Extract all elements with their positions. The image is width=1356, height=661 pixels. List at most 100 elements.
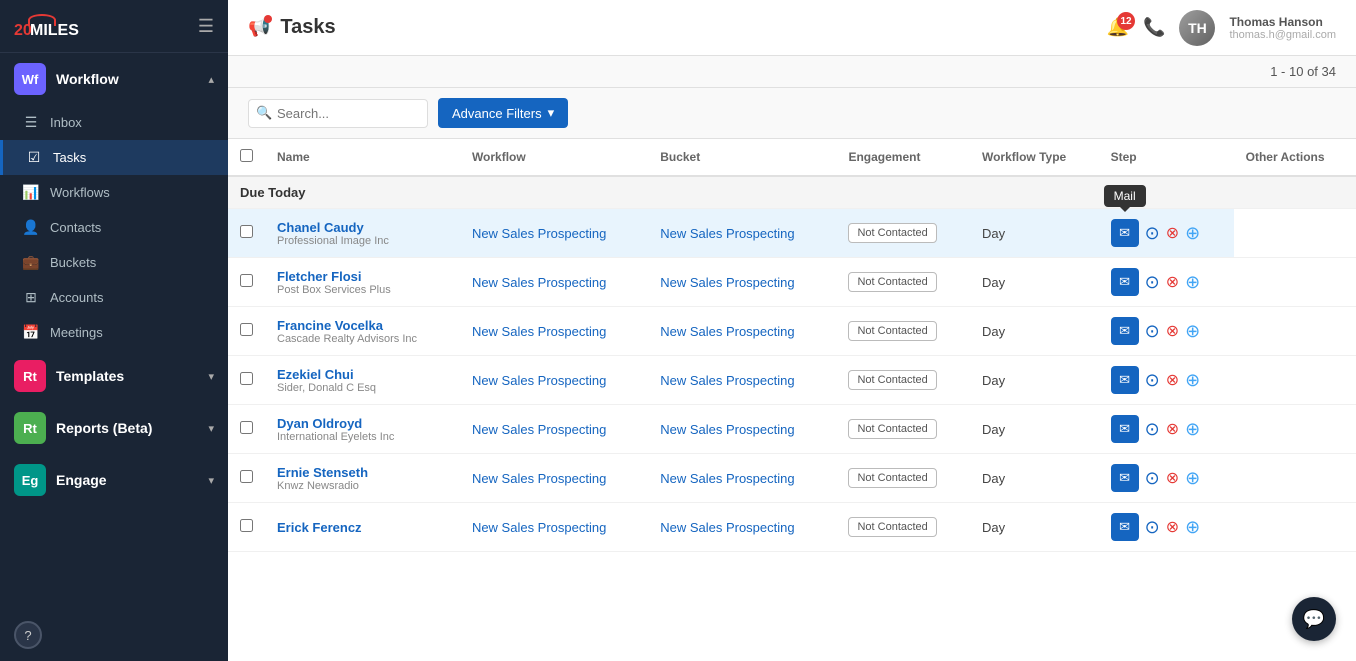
workflow-link[interactable]: New Sales Prospecting (472, 520, 606, 535)
skip-action-icon[interactable]: ⊗ (1166, 272, 1179, 292)
inbox-icon: ☰ (22, 114, 40, 131)
sidebar-item-accounts[interactable]: ⊞ Accounts (0, 280, 228, 315)
clock-action-icon[interactable]: ⊕ (1185, 419, 1200, 440)
clock-action-icon[interactable]: ⊕ (1185, 517, 1200, 538)
contact-name[interactable]: Erick Ferencz (277, 520, 448, 535)
workflow-link[interactable]: New Sales Prospecting (472, 422, 606, 437)
mail-action-button[interactable]: ✉ (1111, 513, 1139, 541)
skip-action-icon[interactable]: ⊗ (1166, 517, 1179, 537)
play-action-icon[interactable]: ⊙ (1145, 272, 1160, 293)
tasks-icon: ☑ (25, 149, 43, 166)
step-text: Day (982, 275, 1005, 290)
clock-action-icon[interactable]: ⊕ (1185, 321, 1200, 342)
sidebar-section-workflow[interactable]: Wf Workflow ▴ (0, 53, 228, 105)
row-checkbox[interactable] (240, 225, 253, 238)
sidebar-section-templates[interactable]: Rt Templates ▾ (0, 350, 228, 402)
contact-name[interactable]: Francine Vocelka (277, 318, 448, 333)
bucket-link[interactable]: New Sales Prospecting (660, 471, 794, 486)
sidebar-item-buckets[interactable]: 💼 Buckets (0, 245, 228, 280)
skip-action-icon[interactable]: ⊗ (1166, 223, 1179, 243)
contact-name[interactable]: Fletcher Flosi (277, 269, 448, 284)
col-bucket: Bucket (648, 139, 836, 176)
advance-filters-button[interactable]: Advance Filters ▾ (438, 98, 568, 128)
row-checkbox[interactable] (240, 470, 253, 483)
table-row: Erick Ferencz New Sales Prospecting New … (228, 503, 1356, 552)
bucket-link[interactable]: New Sales Prospecting (660, 324, 794, 339)
engagement-badge: Not Contacted (848, 223, 936, 243)
skip-action-icon[interactable]: ⊗ (1166, 468, 1179, 488)
clock-action-icon[interactable]: ⊕ (1185, 370, 1200, 391)
workflow-link[interactable]: New Sales Prospecting (472, 275, 606, 290)
avatar[interactable]: TH (1179, 10, 1215, 46)
mail-action-button[interactable]: ✉ (1111, 415, 1139, 443)
play-action-icon[interactable]: ⊙ (1145, 223, 1160, 244)
sidebar-item-workflows[interactable]: 📊 Workflows (0, 175, 228, 210)
clock-action-icon[interactable]: ⊕ (1185, 223, 1200, 244)
table-row: Chanel Caudy Professional Image Inc New … (228, 209, 1356, 258)
workflow-link[interactable]: New Sales Prospecting (472, 324, 606, 339)
sidebar-section-engage[interactable]: Eg Engage ▾ (0, 454, 228, 506)
skip-action-icon[interactable]: ⊗ (1166, 419, 1179, 439)
skip-action-icon[interactable]: ⊗ (1166, 370, 1179, 390)
hamburger-icon[interactable]: ☰ (198, 16, 214, 37)
workflow-link[interactable]: New Sales Prospecting (472, 373, 606, 388)
contact-name[interactable]: Ezekiel Chui (277, 367, 448, 382)
workflow-link[interactable]: New Sales Prospecting (472, 226, 606, 241)
mail-action-button[interactable]: ✉ (1111, 317, 1139, 345)
topbar-phone-icon[interactable]: 📞 (1143, 17, 1165, 38)
advance-filters-chevron-icon: ▾ (548, 105, 555, 121)
row-checkbox[interactable] (240, 519, 253, 532)
row-checkbox[interactable] (240, 274, 253, 287)
action-icons: ✉ ⊙ ⊗ ⊕ (1111, 366, 1222, 394)
search-input[interactable] (248, 99, 428, 128)
topbar-bell-icon[interactable]: 🔔 12 (1107, 17, 1129, 38)
main-content: 📢 Tasks 🔔 12 📞 TH Thomas Hanson thomas.h… (228, 0, 1356, 661)
meetings-icon: 📅 (22, 324, 40, 341)
row-checkbox[interactable] (240, 372, 253, 385)
chat-icon: 💬 (1303, 609, 1325, 630)
sidebar-item-contacts[interactable]: 👤 Contacts (0, 210, 228, 245)
mail-action-button[interactable]: ✉ (1111, 464, 1139, 492)
bucket-link[interactable]: New Sales Prospecting (660, 422, 794, 437)
contact-name[interactable]: Chanel Caudy (277, 220, 448, 235)
help-button[interactable]: ? (14, 621, 42, 649)
sidebar-item-inbox[interactable]: ☰ Inbox (0, 105, 228, 140)
mail-action-button[interactable]: Mail ✉ (1111, 219, 1139, 247)
bucket-link[interactable]: New Sales Prospecting (660, 275, 794, 290)
topbar-megaphone-icon[interactable]: 📢 (248, 17, 270, 38)
row-checkbox[interactable] (240, 421, 253, 434)
reports-section-label: Reports (Beta) (56, 420, 208, 436)
bucket-link[interactable]: New Sales Prospecting (660, 373, 794, 388)
skip-action-icon[interactable]: ⊗ (1166, 321, 1179, 341)
play-action-icon[interactable]: ⊙ (1145, 517, 1160, 538)
logo[interactable]: 20 MILES ☰ (0, 0, 228, 53)
mail-action-button[interactable]: ✉ (1111, 366, 1139, 394)
engagement-badge: Not Contacted (848, 419, 936, 439)
table-row: Fletcher Flosi Post Box Services Plus Ne… (228, 258, 1356, 307)
sidebar-section-reports[interactable]: Rt Reports (Beta) ▾ (0, 402, 228, 454)
templates-section-label: Templates (56, 368, 208, 384)
play-action-icon[interactable]: ⊙ (1145, 419, 1160, 440)
chat-button[interactable]: 💬 (1292, 597, 1336, 641)
clock-action-icon[interactable]: ⊕ (1185, 468, 1200, 489)
contact-name[interactable]: Dyan Oldroyd (277, 416, 448, 431)
user-name: Thomas Hanson (1229, 15, 1336, 29)
select-all-checkbox[interactable] (240, 149, 253, 162)
contact-company: Cascade Realty Advisors Inc (277, 333, 448, 345)
play-action-icon[interactable]: ⊙ (1145, 370, 1160, 391)
play-action-icon[interactable]: ⊙ (1145, 468, 1160, 489)
play-action-icon[interactable]: ⊙ (1145, 321, 1160, 342)
table-row: Ernie Stenseth Knwz Newsradio New Sales … (228, 454, 1356, 503)
row-checkbox[interactable] (240, 323, 253, 336)
contact-company: Professional Image Inc (277, 235, 448, 247)
clock-action-icon[interactable]: ⊕ (1185, 272, 1200, 293)
bucket-link[interactable]: New Sales Prospecting (660, 226, 794, 241)
sidebar-item-meetings[interactable]: 📅 Meetings (0, 315, 228, 350)
mail-action-button[interactable]: ✉ (1111, 268, 1139, 296)
workflow-link[interactable]: New Sales Prospecting (472, 471, 606, 486)
action-icons: ✉ ⊙ ⊗ ⊕ (1111, 513, 1222, 541)
action-icons: Mail ✉ ⊙ ⊗ ⊕ (1111, 219, 1222, 247)
bucket-link[interactable]: New Sales Prospecting (660, 520, 794, 535)
sidebar-item-tasks[interactable]: ☑ Tasks (0, 140, 228, 175)
contact-name[interactable]: Ernie Stenseth (277, 465, 448, 480)
